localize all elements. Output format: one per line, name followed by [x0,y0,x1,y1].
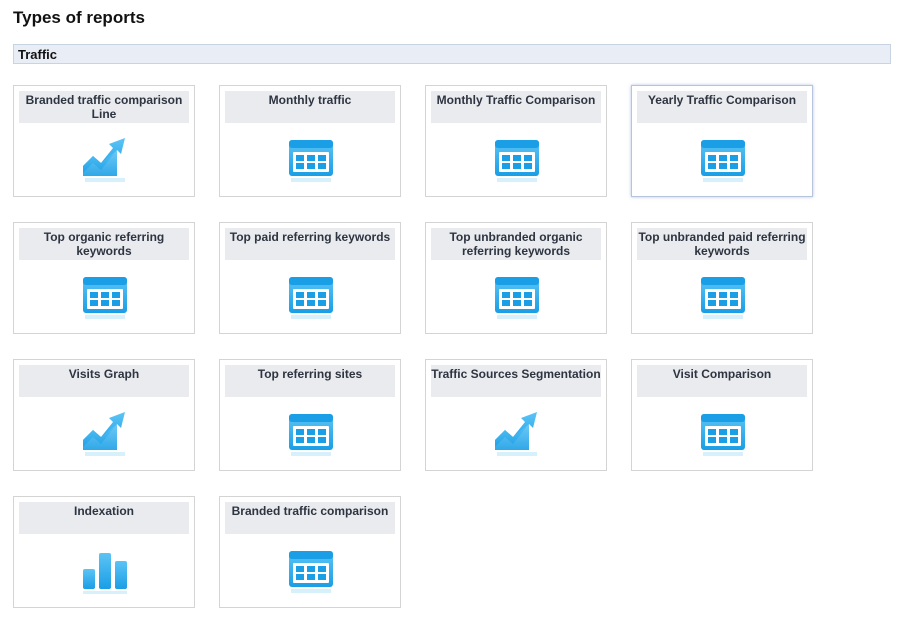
report-card-monthly-traffic-comparison[interactable]: Monthly Traffic Comparison [425,85,607,197]
report-card-traffic-sources-segmentation[interactable]: Traffic Sources Segmentation [425,359,607,471]
report-card-title: Visits Graph [19,365,189,397]
line-chart-icon [493,410,541,458]
report-card-visit-comparison[interactable]: Visit Comparison [631,359,813,471]
report-card-title: Monthly traffic [225,91,395,123]
table-icon [699,273,747,321]
bar-chart-icon [81,547,129,595]
table-icon [493,136,541,184]
report-card-monthly-traffic[interactable]: Monthly traffic [219,85,401,197]
table-icon [287,136,335,184]
report-card-title: Top unbranded paid referring keywords [637,228,807,260]
report-card-title: Yearly Traffic Comparison [637,91,807,123]
line-chart-icon [81,410,129,458]
report-card-title: Top organic referring keywords [19,228,189,260]
report-card-title: Top referring sites [225,365,395,397]
report-card-title: Branded traffic comparison Line [19,91,189,123]
table-icon [493,273,541,321]
report-card-yearly-traffic-comparison[interactable]: Yearly Traffic Comparison [631,85,813,197]
report-card-top-organic-referring-keywords[interactable]: Top organic referring keywords [13,222,195,334]
table-icon [699,136,747,184]
report-card-top-unbranded-organic-referring-keywords[interactable]: Top unbranded organic referring keywords [425,222,607,334]
report-card-title: Top paid referring keywords [225,228,395,260]
page-title: Types of reports [13,8,145,27]
report-card-top-unbranded-paid-referring-keywords[interactable]: Top unbranded paid referring keywords [631,222,813,334]
report-card-top-referring-sites[interactable]: Top referring sites [219,359,401,471]
report-card-title: Indexation [19,502,189,534]
report-card-title: Branded traffic comparison [225,502,395,534]
section-header-traffic: Traffic [13,44,891,64]
report-card-title: Visit Comparison [637,365,807,397]
table-icon [287,273,335,321]
line-chart-icon [81,136,129,184]
table-icon [699,410,747,458]
report-card-branded-traffic-comparison-line[interactable]: Branded traffic comparison Line [13,85,195,197]
report-card-visits-graph[interactable]: Visits Graph [13,359,195,471]
report-card-indexation[interactable]: Indexation [13,496,195,608]
report-card-title: Monthly Traffic Comparison [431,91,601,123]
report-card-top-paid-referring-keywords[interactable]: Top paid referring keywords [219,222,401,334]
table-icon [287,410,335,458]
report-card-title: Traffic Sources Segmentation [431,365,601,397]
table-icon [287,547,335,595]
section-label: Traffic [18,47,58,62]
report-card-branded-traffic-comparison[interactable]: Branded traffic comparison [219,496,401,608]
table-icon [81,273,129,321]
report-card-title: Top unbranded organic referring keywords [431,228,601,260]
